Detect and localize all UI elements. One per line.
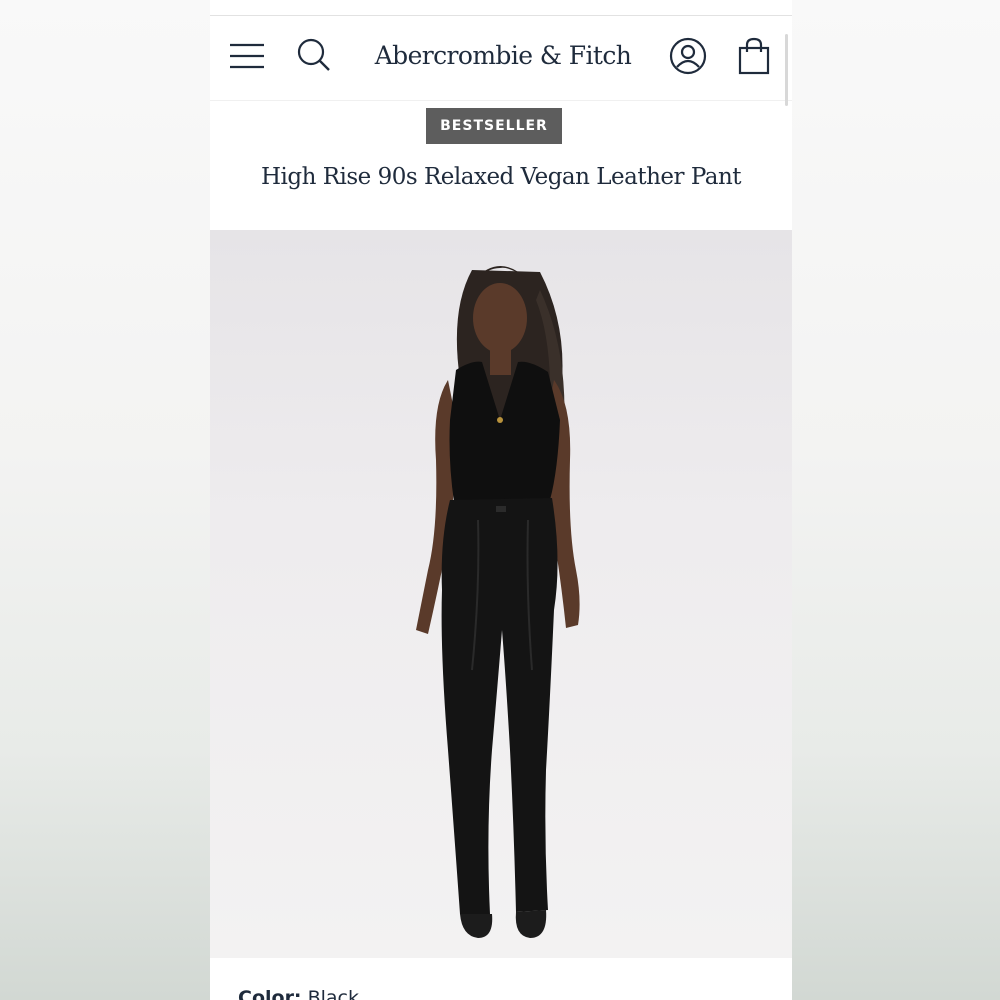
product-image[interactable] [210, 230, 792, 958]
bestseller-badge: BESTSELLER [426, 108, 562, 144]
account-icon[interactable] [668, 36, 708, 76]
scrollbar[interactable] [785, 34, 788, 106]
product-page: Abercrombie & Fitch BESTSELLER High Rise… [210, 0, 792, 1000]
model-illustration [416, 266, 580, 938]
shopping-bag-icon[interactable] [734, 36, 774, 76]
brand-logo[interactable]: Abercrombie & Fitch [368, 38, 638, 74]
color-label: Color: [238, 987, 302, 1000]
color-selection: Color: Black [238, 987, 359, 1000]
product-title: High Rise 90s Relaxed Vegan Leather Pant [260, 164, 742, 190]
search-icon[interactable] [294, 36, 334, 76]
site-header: Abercrombie & Fitch [210, 16, 792, 101]
menu-icon[interactable] [227, 36, 267, 76]
color-value: Black [307, 987, 359, 1000]
